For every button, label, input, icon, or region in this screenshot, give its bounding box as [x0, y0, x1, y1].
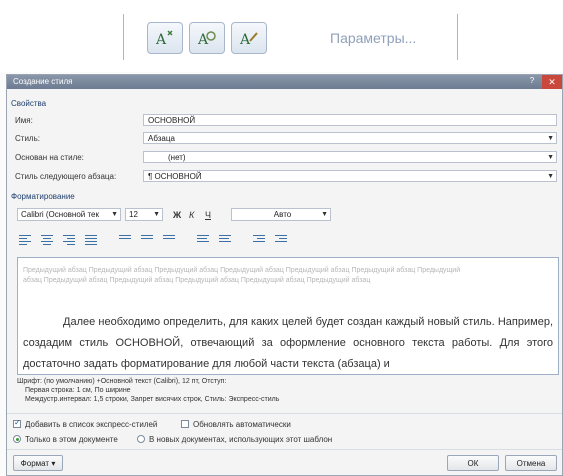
font-size-value: 12: [129, 210, 138, 219]
style-type-select[interactable]: Абзаца ▼: [143, 132, 557, 144]
previous-paragraph-preview: Предыдущий абзац Предыдущий абзац Предыд…: [23, 267, 461, 284]
preview-text: Далее необходимо определить, для каких ц…: [23, 312, 553, 374]
chevron-down-icon: ▼: [547, 173, 554, 180]
space-after-icon[interactable]: [219, 235, 231, 245]
style-inspector-icon: A: [197, 31, 216, 48]
new-style-button[interactable]: A: [147, 22, 183, 54]
decrease-indent-icon[interactable]: [253, 235, 265, 245]
style-type-label: Стиль:: [15, 134, 40, 143]
chevron-down-icon: ▼: [547, 154, 554, 161]
preview-text-content: Далее необходимо определить, для каких ц…: [23, 316, 553, 370]
name-label: Имя:: [15, 116, 33, 125]
double-spacing-icon[interactable]: [163, 235, 175, 245]
name-field[interactable]: ОСНОВНОЙ: [143, 114, 557, 126]
ok-button[interactable]: ОК: [447, 455, 499, 471]
add-to-quick-styles-checkbox[interactable]: [13, 418, 21, 428]
font-size-select[interactable]: 12 ▼: [125, 208, 163, 221]
new-documents-label: В новых документах, использующих этот ша…: [149, 435, 333, 444]
parameters-link[interactable]: Параметры...: [330, 30, 416, 46]
only-this-document-label: Только в этом документе: [25, 435, 118, 444]
dialog-titlebar: Создание стиля ? ✕: [7, 75, 562, 89]
color-select[interactable]: Авто ▼: [231, 208, 331, 221]
style-type-value: Абзаца: [148, 134, 175, 143]
style-description: Шрифт: (по умолчанию) +Основной текст (C…: [17, 377, 537, 404]
new-style-icon: A: [155, 30, 173, 48]
formatting-header: Форматирование: [11, 192, 75, 201]
next-style-label: Стиль следующего абзаца:: [15, 172, 117, 181]
manage-styles-icon: A: [239, 32, 258, 48]
auto-update-label: Обновлять автоматически: [193, 420, 291, 429]
single-spacing-icon[interactable]: [119, 235, 131, 245]
ribbon-strip: A A A Параметры...: [0, 0, 563, 72]
description-line: Первая строка: 1 см, По ширине: [25, 387, 131, 394]
format-menu-button[interactable]: Формат ▾: [13, 455, 63, 471]
increase-indent-icon[interactable]: [275, 235, 287, 245]
divider: [7, 413, 562, 414]
dialog-title: Создание стиля: [13, 77, 73, 86]
align-right-icon[interactable]: [63, 235, 75, 245]
italic-button[interactable]: К: [189, 210, 194, 220]
chevron-down-icon: ▼: [111, 211, 118, 218]
color-value: Авто: [273, 210, 292, 219]
svg-text:A: A: [239, 32, 251, 48]
font-value: Calibri (Основной тек: [21, 210, 99, 219]
chevron-down-icon: ▼: [153, 211, 160, 218]
cancel-button[interactable]: Отмена: [505, 455, 557, 471]
next-style-value: ¶ ОСНОВНОЙ: [148, 172, 202, 181]
name-value: ОСНОВНОЙ: [148, 116, 196, 125]
chevron-down-icon: ▼: [321, 211, 328, 218]
font-select[interactable]: Calibri (Основной тек ▼: [17, 208, 121, 221]
description-line: Междустр.интервал: 1,5 строки, Запрет ви…: [25, 396, 280, 403]
next-style-select[interactable]: ¶ ОСНОВНОЙ ▼: [143, 170, 557, 182]
svg-text:A: A: [155, 32, 167, 48]
add-to-quick-styles-label: Добавить в список экспресс-стилей: [25, 420, 158, 429]
manage-styles-button[interactable]: A: [231, 22, 267, 54]
ribbon-separator: [457, 14, 458, 60]
one-half-spacing-icon[interactable]: [141, 235, 153, 245]
create-style-dialog: Создание стиля ? ✕ Свойства Имя: ОСНОВНО…: [6, 74, 563, 476]
description-line: Шрифт: (по умолчанию) +Основной текст (C…: [17, 378, 227, 385]
style-inspector-button[interactable]: A: [189, 22, 225, 54]
bold-button[interactable]: Ж: [173, 210, 181, 220]
help-button[interactable]: ?: [524, 76, 540, 88]
based-on-select[interactable]: (нет) ▼: [143, 151, 557, 163]
align-center-icon[interactable]: [41, 235, 53, 245]
only-this-document-radio[interactable]: [13, 435, 21, 443]
ribbon-separator: [123, 14, 124, 60]
align-left-icon[interactable]: [19, 235, 31, 245]
new-documents-radio[interactable]: [137, 435, 145, 443]
divider: [7, 449, 562, 450]
justify-icon[interactable]: [85, 235, 97, 245]
style-preview: Предыдущий абзац Предыдущий абзац Предыд…: [17, 257, 559, 375]
space-before-icon[interactable]: [197, 235, 209, 245]
based-on-label: Основан на стиле:: [15, 153, 84, 162]
properties-header: Свойства: [11, 99, 47, 108]
based-on-value: (нет): [168, 153, 186, 162]
underline-button[interactable]: Ч: [205, 210, 211, 220]
close-button[interactable]: ✕: [542, 75, 562, 89]
auto-update-checkbox[interactable]: [181, 420, 189, 428]
chevron-down-icon: ▼: [547, 135, 554, 142]
